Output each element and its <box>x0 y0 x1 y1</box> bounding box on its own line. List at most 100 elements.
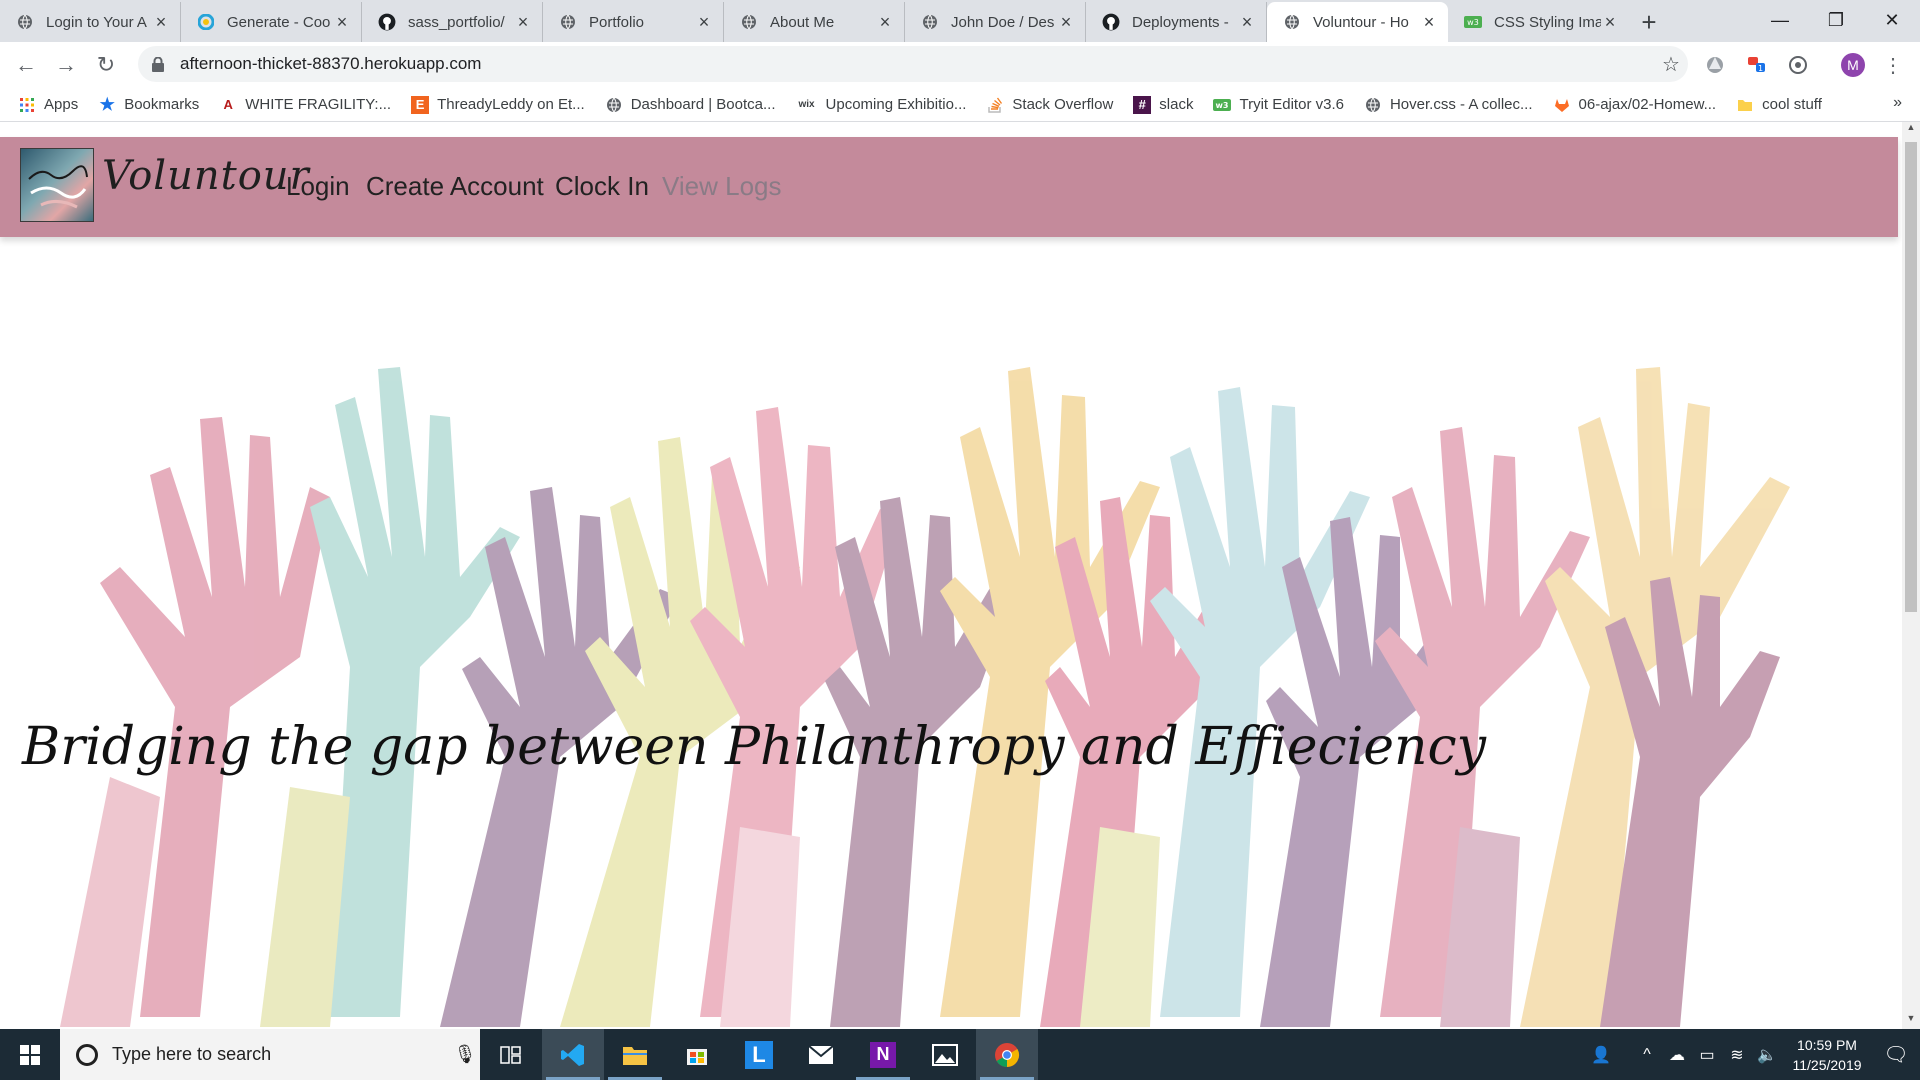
browser-tab[interactable]: sass_portfolio/ × <box>362 2 543 42</box>
bookmark-label: WHITE FRAGILITY:... <box>245 96 392 113</box>
browser-tab[interactable]: Generate - Coo × <box>181 2 362 42</box>
svg-text:w3: w3 <box>1216 101 1229 110</box>
volume-muted-icon[interactable]: 🔈 <box>1752 1045 1782 1065</box>
chevron-up-icon[interactable]: ^ <box>1632 1046 1662 1064</box>
tab-title: Voluntour - Ho <box>1313 13 1409 31</box>
vscode-icon[interactable] <box>542 1029 604 1080</box>
onedrive-icon[interactable]: ☁ <box>1662 1045 1692 1065</box>
close-icon[interactable]: × <box>514 12 532 33</box>
notifications-icon[interactable]: 🗨 <box>1872 1042 1920 1067</box>
close-icon[interactable]: × <box>1601 12 1619 33</box>
windows-start-button[interactable] <box>0 1029 60 1080</box>
gitlab-icon <box>1553 96 1571 114</box>
bookmark-item[interactable]: Hover.css - A collec... <box>1354 91 1543 119</box>
lock-icon <box>152 56 168 72</box>
bookmark-item[interactable]: A WHITE FRAGILITY:... <box>209 91 401 119</box>
site-logo[interactable] <box>20 148 94 222</box>
svg-text:1: 1 <box>1758 64 1763 73</box>
nav-clock-in-link[interactable]: Clock In <box>555 171 649 202</box>
task-view-icon[interactable] <box>480 1029 542 1080</box>
svg-text:w3: w3 <box>1467 18 1479 27</box>
bookmark-item[interactable]: # slack <box>1123 91 1203 119</box>
browser-tab[interactable]: Login to Your A × <box>0 2 181 42</box>
bookmark-item[interactable]: w3 Tryit Editor v3.6 <box>1203 91 1353 119</box>
close-icon[interactable]: × <box>1238 12 1256 33</box>
minimize-button[interactable]: — <box>1752 0 1808 40</box>
clock-date: 11/25/2019 <box>1792 1056 1862 1073</box>
tab-title: Login to Your A <box>46 13 147 31</box>
close-icon[interactable]: × <box>695 12 713 33</box>
bookmark-item[interactable]: Apps <box>8 91 88 119</box>
browser-tab[interactable]: John Doe / Des × <box>905 2 1086 42</box>
menu-icon[interactable]: ⋮ <box>1878 50 1908 80</box>
raised-hands-illustration <box>60 367 1790 1027</box>
bookmark-item[interactable]: wix Upcoming Exhibitio... <box>786 91 977 119</box>
stackoverflow-icon <box>986 96 1004 114</box>
taskbar-clock[interactable]: 10:59 PM 11/25/2019 <box>1782 1035 1872 1075</box>
tab-strip: Login to Your A × Generate - Coo × sass_… <box>0 0 1920 42</box>
battery-icon[interactable]: ▭ <box>1692 1045 1722 1065</box>
tab-title: About Me <box>770 13 835 31</box>
nav-view-logs-link[interactable]: View Logs <box>662 171 782 202</box>
browser-tab[interactable]: About Me × <box>724 2 905 42</box>
vertical-scrollbar[interactable]: ▲ ▼ <box>1902 122 1920 1029</box>
photos-icon[interactable] <box>914 1029 976 1080</box>
profile-avatar[interactable]: M <box>1838 50 1868 80</box>
close-icon[interactable]: × <box>1420 12 1438 33</box>
scroll-down-arrow-icon[interactable]: ▼ <box>1902 1013 1920 1029</box>
bookmark-star-icon[interactable]: ☆ <box>1654 52 1688 77</box>
bookmarks-overflow-button[interactable]: » <box>1893 94 1902 112</box>
forward-button[interactable]: → <box>46 45 86 85</box>
close-icon[interactable]: × <box>152 12 170 33</box>
close-icon[interactable]: × <box>333 12 351 33</box>
chrome-icon[interactable] <box>976 1029 1038 1080</box>
site-brand[interactable]: Voluntour <box>102 153 310 199</box>
bookmark-item[interactable]: ★ Bookmarks <box>88 91 209 119</box>
hero-tagline: Bridging the gap between Philanthropy an… <box>22 717 1487 777</box>
reload-button[interactable]: ↻ <box>86 45 126 85</box>
browser-tab[interactable]: Deployments - × <box>1086 2 1267 42</box>
browser-tab-active[interactable]: Voluntour - Ho × <box>1267 2 1448 42</box>
back-button[interactable]: ← <box>6 45 46 85</box>
new-tab-button[interactable]: + <box>1629 2 1669 42</box>
close-icon[interactable]: × <box>876 12 894 33</box>
restore-button[interactable]: ❐ <box>1808 0 1864 40</box>
bookmark-item[interactable]: Stack Overflow <box>976 91 1123 119</box>
wix-icon: wix <box>798 99 815 110</box>
globe-icon <box>605 96 623 114</box>
bookmark-item[interactable]: 06-ajax/02-Homew... <box>1543 91 1727 119</box>
globe-icon <box>921 13 939 31</box>
scroll-up-arrow-icon[interactable]: ▲ <box>1902 122 1920 138</box>
browser-tab[interactable]: w3 CSS Styling Ima × <box>1448 2 1629 42</box>
window-controls: — ❐ ✕ <box>1752 0 1920 40</box>
onenote-icon[interactable]: N <box>852 1029 914 1080</box>
extension-circle-icon[interactable] <box>1783 50 1813 80</box>
l-app-icon[interactable]: L <box>728 1029 790 1080</box>
folder-icon <box>1736 96 1754 114</box>
colorful-c-icon <box>197 13 215 31</box>
wifi-icon[interactable]: ≋ <box>1722 1045 1752 1065</box>
mail-icon[interactable] <box>790 1029 852 1080</box>
address-bar[interactable]: afternoon-thicket-88370.herokuapp.com ☆ <box>138 46 1688 82</box>
bookmark-label: Stack Overflow <box>1012 96 1114 113</box>
file-explorer-icon[interactable] <box>604 1029 666 1080</box>
tab-title: Portfolio <box>589 13 645 31</box>
globe-icon <box>16 13 34 31</box>
close-window-button[interactable]: ✕ <box>1864 0 1920 40</box>
bookmark-item[interactable]: cool stuff <box>1726 91 1832 119</box>
browser-tab[interactable]: Portfolio × <box>543 2 724 42</box>
store-icon[interactable] <box>666 1029 728 1080</box>
nav-login-link[interactable]: Login <box>286 171 350 202</box>
bookmark-item[interactable]: E ThreadyLeddy on Et... <box>401 91 595 119</box>
bookmark-item[interactable]: Dashboard | Bootca... <box>595 91 786 119</box>
close-icon[interactable]: × <box>1057 12 1075 33</box>
w3-icon: w3 <box>1464 13 1482 31</box>
tab-title: John Doe / Des <box>951 13 1055 31</box>
scroll-thumb[interactable] <box>1905 142 1917 612</box>
extension-badge-icon[interactable]: 1 <box>1743 50 1773 80</box>
microphone-icon[interactable]: 🎙 <box>450 1044 480 1065</box>
extension-icon[interactable] <box>1700 50 1730 80</box>
people-icon[interactable]: 👤 <box>1586 1045 1616 1065</box>
taskbar-search[interactable]: Type here to search 🎙 <box>60 1029 480 1080</box>
nav-create-account-link[interactable]: Create Account <box>366 171 544 202</box>
